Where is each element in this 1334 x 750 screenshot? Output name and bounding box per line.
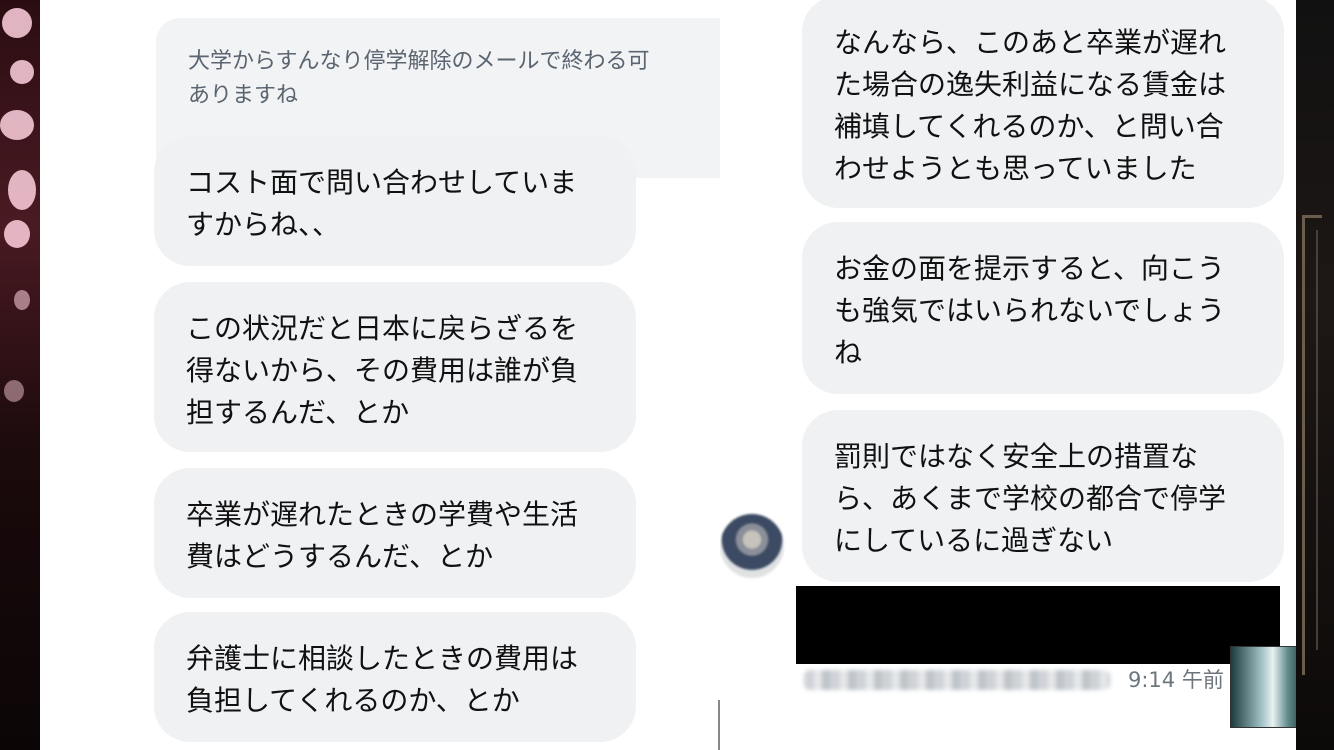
blossom-decoration xyxy=(4,380,24,402)
background-left-cherry-blossom xyxy=(0,0,40,750)
blossom-decoration xyxy=(4,220,30,248)
redacted-block xyxy=(796,586,1280,664)
message-text: なんなら、このあと卒業が遅れ た場合の逸失利益になる賃金は 補填してくれるのか、… xyxy=(834,26,1227,185)
message-bubble[interactable]: 卒業が遅れたときの学費や生活 費はどうするんだ、とか xyxy=(154,468,636,598)
message-bubble[interactable]: なんなら、このあと卒業が遅れ た場合の逸失利益になる賃金は 補填してくれるのか、… xyxy=(802,0,1284,208)
message-bubble[interactable]: コスト面で問い合わせしていま すからね、、 xyxy=(154,136,636,266)
blossom-decoration xyxy=(0,110,34,140)
message-text: 罰則ではなく安全上の措置な ら、あくまで学校の都合で停学 にしているに過ぎない xyxy=(834,440,1227,557)
message-timestamp: 9:14 午前 xyxy=(1128,668,1224,692)
blossom-decoration xyxy=(8,170,36,210)
frame-decoration xyxy=(1302,215,1305,675)
video-thumbnail-icon[interactable] xyxy=(1230,646,1296,728)
message-bubble[interactable]: 弁護士に相談したときの費用は 負担してくれるのか、とか xyxy=(154,612,636,742)
message-text: 卒業が遅れたときの学費や生活 費はどうするんだ、とか xyxy=(186,498,579,573)
message-text: コスト面で問い合わせしていま すからね、、 xyxy=(186,166,578,241)
blossom-decoration xyxy=(2,8,32,38)
frame-decoration xyxy=(1302,215,1322,218)
message-text: お金の面を提示すると、向こう も強気ではいられないでしょう ね xyxy=(834,252,1226,369)
frame-decoration xyxy=(1316,230,1318,650)
message-bubble[interactable]: 罰則ではなく安全上の措置な ら、あくまで学校の都合で停学 にしているに過ぎない xyxy=(802,410,1284,582)
message-text: 弁護士に相談したときの費用は 負担してくれるのか、とか xyxy=(186,642,579,717)
chat-panel-right: なんなら、このあと卒業が遅れ た場合の逸失利益になる賃金は 補填してくれるのか、… xyxy=(720,0,1296,750)
blurred-sender-info xyxy=(804,670,1110,690)
blossom-decoration xyxy=(10,60,34,84)
blossom-decoration xyxy=(14,290,30,310)
user-avatar-icon[interactable] xyxy=(720,514,784,578)
message-text: この状況だと日本に戻らざるを 得ないから、その費用は誰が負 担するんだ、とか xyxy=(186,312,579,429)
quoted-message-text: 大学からすんなり停学解除のメールで終わる可 ありますね xyxy=(188,49,650,108)
message-bubble[interactable]: お金の面を提示すると、向こう も強気ではいられないでしょう ね xyxy=(802,222,1284,394)
background-right-wall xyxy=(1296,0,1334,750)
chat-panel-left: 大学からすんなり停学解除のメールで終わる可 ありますね コスト面で問い合わせして… xyxy=(40,0,720,750)
message-bubble[interactable]: この状況だと日本に戻らざるを 得ないから、その費用は誰が負 担するんだ、とか xyxy=(154,282,636,452)
